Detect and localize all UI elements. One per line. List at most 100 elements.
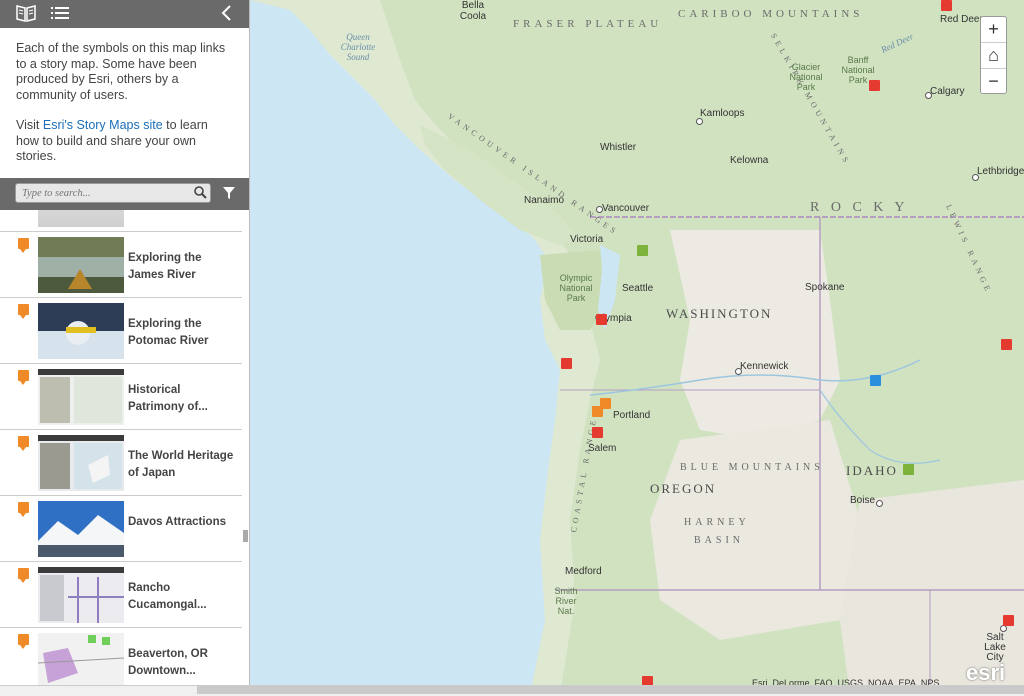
story-title: Exploring the James River xyxy=(128,252,202,281)
city-dot xyxy=(876,500,883,507)
intro-text: Each of the symbols on this map links to… xyxy=(0,28,249,165)
story-pin-green[interactable] xyxy=(903,464,914,478)
label-salem: Salem xyxy=(588,443,617,454)
label-kelowna: Kelowna xyxy=(730,155,769,166)
label-kennewick: Kennewick xyxy=(740,361,789,372)
story-pin-red[interactable] xyxy=(1001,339,1012,353)
list-scrollbar[interactable] xyxy=(242,210,249,685)
orange-pin-icon xyxy=(18,238,29,253)
list-item[interactable]: Rancho Cucamongal... xyxy=(0,562,242,628)
orange-pin-icon xyxy=(18,634,29,649)
esri-logo: esri xyxy=(966,660,1006,685)
story-title: Davos Attractions xyxy=(128,516,226,528)
label-cariboo-mountains: CARIBOO MOUNTAINS xyxy=(678,8,864,20)
story-thumbnail xyxy=(38,435,124,491)
book-icon[interactable] xyxy=(16,4,36,26)
story-pin-red[interactable] xyxy=(869,80,880,94)
label-spokane: Spokane xyxy=(805,282,845,293)
list-item[interactable] xyxy=(0,210,242,232)
label-oregon: OREGON xyxy=(650,481,717,496)
label-queen-charlotte-sound: Queen Charlotte Sound xyxy=(340,32,376,62)
label-nanaimo: Nanaimo xyxy=(524,195,565,206)
label-red-deer: Red Deer xyxy=(940,14,983,25)
label-harney: HARNEY xyxy=(684,517,750,528)
orange-pin-icon xyxy=(18,436,29,451)
list-item[interactable]: Historical Patrimony of... xyxy=(0,364,242,430)
label-bella-coola: Bella Coola xyxy=(459,0,487,22)
label-boise: Boise xyxy=(850,495,876,506)
zoom-controls: + ⌂ − xyxy=(980,16,1007,94)
list-item[interactable]: Davos Attractions xyxy=(0,496,242,562)
story-title: Historical Patrimony of... xyxy=(128,384,208,413)
zoom-out-button[interactable]: − xyxy=(981,69,1006,94)
filter-icon[interactable] xyxy=(222,186,236,205)
story-title: The World Heritage of Japan xyxy=(128,450,234,479)
story-pin-red[interactable] xyxy=(561,358,572,372)
label-lethbridge: Lethbridge xyxy=(977,166,1024,177)
story-pin-orange[interactable] xyxy=(592,406,603,420)
story-title: Beaverton, OR Downtown... xyxy=(128,648,208,677)
label-basin: BASIN xyxy=(694,535,745,546)
story-thumbnail xyxy=(38,210,124,227)
label-olympic-np: Olympic National Park xyxy=(559,273,593,303)
label-washington: WASHINGTON xyxy=(666,306,773,321)
horizontal-scrollbar-thumb[interactable] xyxy=(197,686,1024,694)
label-salt-lake-city: Salt Lake City xyxy=(984,632,1006,663)
story-pin-red[interactable] xyxy=(596,314,607,328)
label-idaho: IDAHO xyxy=(846,463,898,478)
story-title: Exploring the Potomac River xyxy=(128,318,209,347)
list-item[interactable]: Beaverton, OR Downtown... xyxy=(0,628,242,685)
search-input[interactable] xyxy=(15,183,211,203)
label-kamloops: Kamloops xyxy=(700,108,745,119)
story-pin-blue[interactable] xyxy=(870,375,881,389)
orange-pin-icon xyxy=(18,502,29,517)
story-title: Rancho Cucamongal... xyxy=(128,582,207,611)
label-vancouver: Vancouver xyxy=(602,203,650,214)
story-thumbnail xyxy=(38,303,124,359)
label-seattle: Seattle xyxy=(622,283,654,294)
city-dot xyxy=(925,92,932,99)
label-portland: Portland xyxy=(613,410,651,421)
city-dot xyxy=(696,118,703,125)
label-smith-river: Smith River Nat. xyxy=(554,586,578,616)
search-bar xyxy=(0,178,249,210)
search-icon[interactable] xyxy=(194,186,207,204)
zoom-in-button[interactable]: + xyxy=(981,17,1006,43)
label-whistler: Whistler xyxy=(600,142,637,153)
city-dot xyxy=(972,174,979,181)
story-thumbnail xyxy=(38,567,124,623)
home-button[interactable]: ⌂ xyxy=(981,43,1006,69)
story-maps-link[interactable]: Esri's Story Maps site xyxy=(43,118,163,132)
story-thumbnail xyxy=(38,237,124,293)
story-thumbnail xyxy=(38,369,124,425)
label-rocky: R O C K Y xyxy=(810,200,909,215)
list-icon[interactable] xyxy=(50,4,70,26)
label-glacier-np: Glacier National Park xyxy=(789,62,823,92)
sidebar-panel: Each of the symbols on this map links to… xyxy=(0,0,250,685)
label-calgary: Calgary xyxy=(930,86,965,97)
story-pin-red[interactable] xyxy=(941,0,952,14)
list-item[interactable]: Exploring the Potomac River xyxy=(0,298,242,364)
orange-pin-icon xyxy=(18,304,29,319)
intro-paragraph: Each of the symbols on this map links to… xyxy=(16,41,226,102)
story-thumbnail xyxy=(38,501,124,557)
label-victoria: Victoria xyxy=(570,234,604,245)
sidebar-toolbar xyxy=(0,0,249,28)
orange-pin-icon xyxy=(18,568,29,583)
list-item[interactable]: Exploring the James River xyxy=(0,232,242,298)
story-pin-green[interactable] xyxy=(637,245,648,259)
list-scrollbar-thumb[interactable] xyxy=(243,530,248,542)
visit-prefix: Visit xyxy=(16,118,43,132)
story-pin-red[interactable] xyxy=(1003,615,1014,629)
label-blue-mountains: BLUE MOUNTAINS xyxy=(680,462,824,473)
label-fraser-plateau: FRASER PLATEAU xyxy=(513,18,663,30)
story-thumbnail xyxy=(37,633,125,685)
list-item[interactable]: The World Heritage of Japan xyxy=(0,430,242,496)
label-medford: Medford xyxy=(565,566,602,577)
story-pin-red[interactable] xyxy=(592,427,603,441)
city-dot xyxy=(735,368,742,375)
city-dot xyxy=(596,206,603,213)
story-list: Exploring the James River Exploring the … xyxy=(0,210,242,685)
visit-paragraph: Visit Esri's Story Maps site to learn ho… xyxy=(16,118,233,165)
collapse-chevron-icon[interactable] xyxy=(220,4,234,26)
